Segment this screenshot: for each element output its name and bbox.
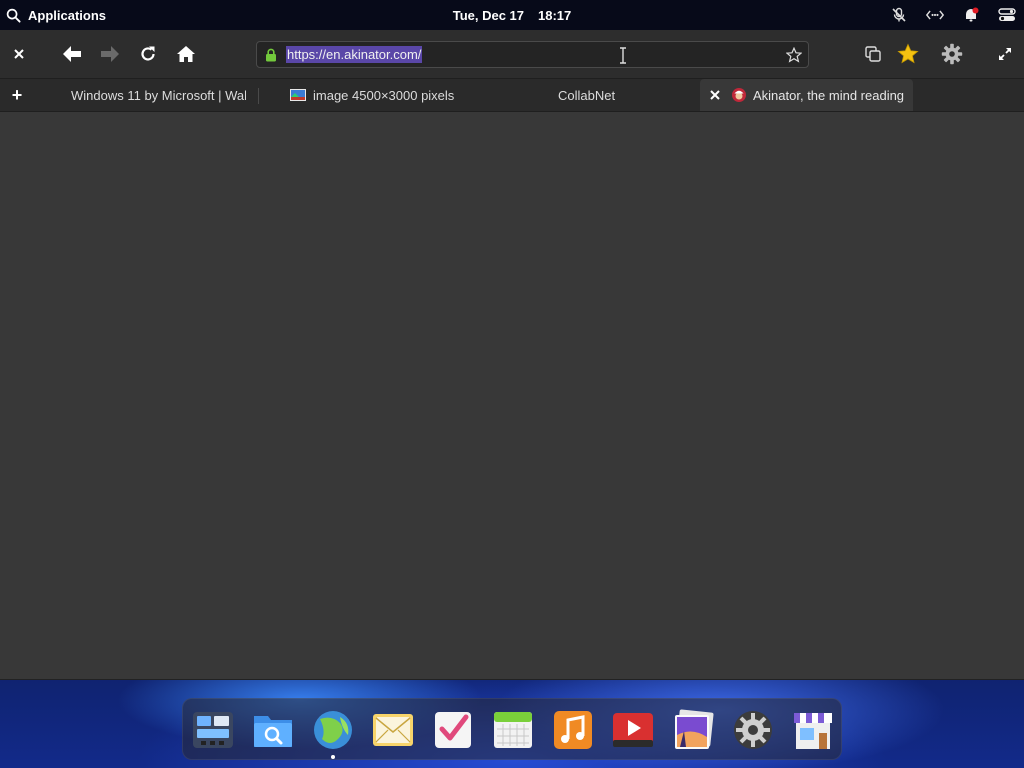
multitasking-view-icon[interactable]	[191, 708, 235, 752]
close-icon[interactable]	[7, 42, 31, 66]
akinator-favicon-icon	[732, 88, 746, 102]
calendar-icon[interactable]	[491, 708, 535, 752]
notifications-icon[interactable]	[962, 6, 980, 24]
image-favicon-icon	[290, 89, 306, 101]
search-icon	[6, 8, 21, 23]
system-indicators	[890, 0, 1016, 30]
new-tab-button[interactable]: +	[6, 79, 28, 111]
browser-headerbar: https://en.akinator.com/	[0, 30, 1024, 78]
top-panel: Applications Tue, Dec 17 18:17	[0, 0, 1024, 30]
browser-window: https://en.akinator.com/ + Windows 11 by…	[0, 30, 1024, 680]
tab-bar: + Windows 11 by Microsoft | Wall image 4…	[0, 78, 1024, 112]
favorite-star-icon[interactable]	[896, 42, 920, 66]
page-content-area[interactable]	[0, 112, 1024, 679]
time-text[interactable]: 18:17	[538, 8, 571, 23]
session-toggle-icon[interactable]	[998, 6, 1016, 24]
tasks-icon[interactable]	[431, 708, 475, 752]
system-settings-icon[interactable]	[731, 708, 775, 752]
app-center-icon[interactable]	[791, 708, 835, 752]
back-icon[interactable]	[60, 42, 84, 66]
network-icon[interactable]	[926, 6, 944, 24]
reload-icon[interactable]	[136, 42, 160, 66]
mic-muted-icon[interactable]	[890, 6, 908, 24]
music-icon[interactable]	[551, 708, 595, 752]
tab-title: Akinator, the mind reading	[753, 87, 905, 103]
fullscreen-icon[interactable]	[993, 42, 1017, 66]
close-tab-icon[interactable]	[710, 90, 720, 100]
settings-gear-icon[interactable]	[940, 42, 964, 66]
tab-title: image 4500×3000 pixels	[313, 87, 455, 103]
tab-image[interactable]: image 4500×3000 pixels	[290, 79, 490, 111]
forward-icon[interactable]	[98, 42, 122, 66]
tab-separator	[258, 88, 259, 104]
running-indicator	[331, 755, 335, 759]
date-time-indicator: Tue, Dec 17 18:17	[0, 0, 1024, 30]
mail-icon[interactable]	[371, 708, 415, 752]
files-icon[interactable]	[251, 708, 295, 752]
lock-icon	[266, 48, 276, 62]
url-text[interactable]: https://en.akinator.com/	[286, 46, 423, 63]
applications-menu[interactable]: Applications	[6, 0, 106, 30]
videos-icon[interactable]	[611, 708, 655, 752]
duplicate-window-icon[interactable]	[861, 42, 885, 66]
date-text[interactable]: Tue, Dec 17	[453, 8, 524, 23]
tab-title: Windows 11 by Microsoft | Wall	[71, 87, 246, 103]
tab-collabnet[interactable]: CollabNet	[558, 79, 678, 111]
tab-windows-11[interactable]: Windows 11 by Microsoft | Wall	[71, 79, 246, 111]
tab-title: CollabNet	[558, 87, 616, 103]
photos-icon[interactable]	[671, 708, 715, 752]
applications-label: Applications	[28, 7, 107, 23]
text-cursor-icon	[620, 47, 626, 64]
web-browser-icon[interactable]	[311, 708, 355, 759]
home-icon[interactable]	[174, 42, 198, 66]
dock	[182, 698, 842, 760]
bookmark-star-icon[interactable]	[786, 47, 802, 63]
url-bar[interactable]: https://en.akinator.com/	[256, 41, 809, 68]
tab-akinator[interactable]: Akinator, the mind reading	[700, 79, 913, 111]
